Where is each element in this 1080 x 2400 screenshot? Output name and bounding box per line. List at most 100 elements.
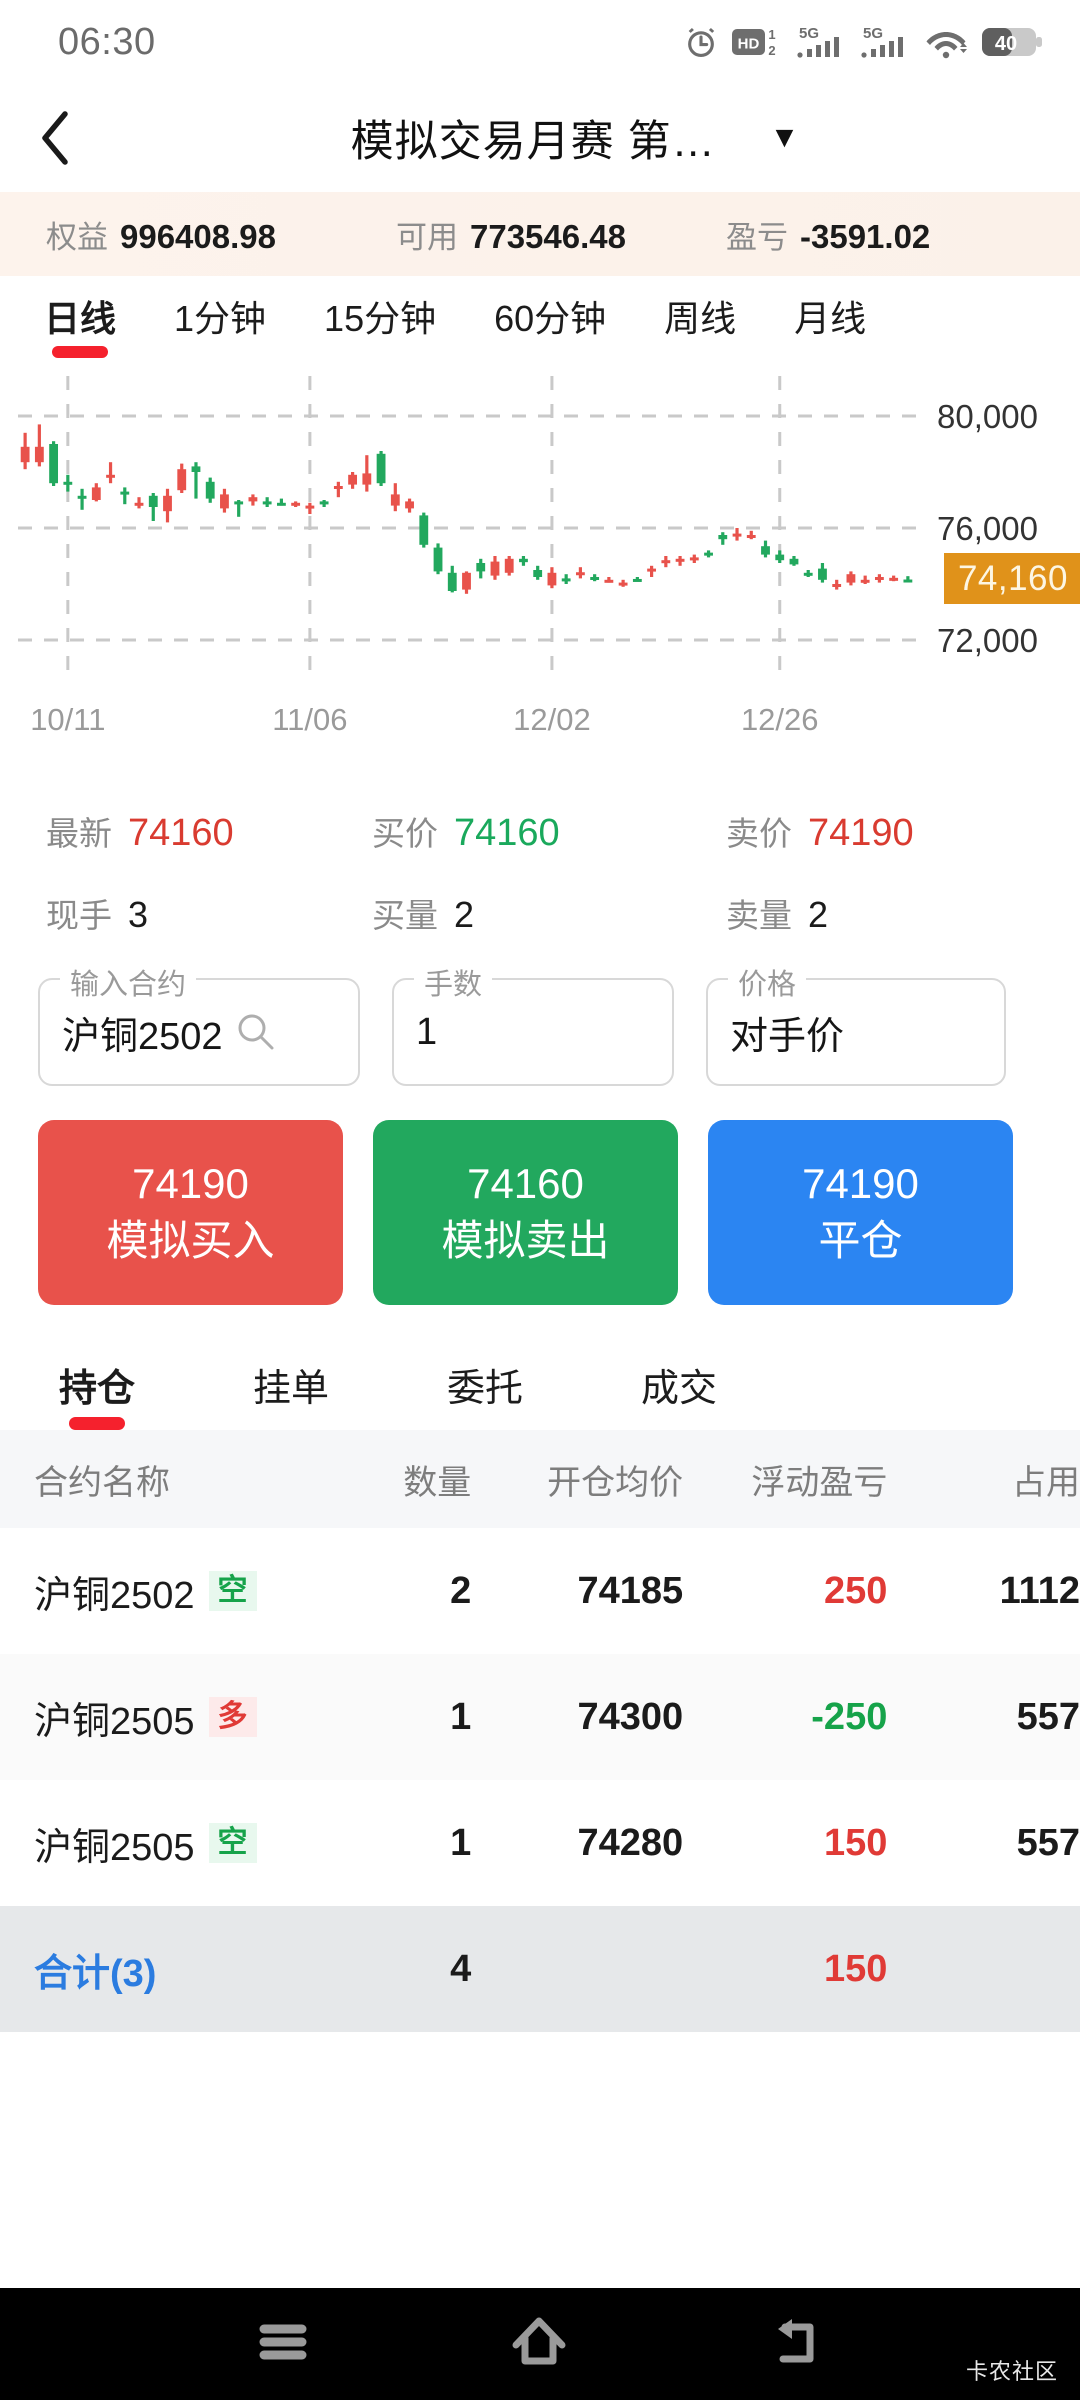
alarm-icon (684, 25, 718, 59)
close-button-label: 平仓 (818, 1216, 903, 1264)
lots-input[interactable]: 手数 1 (392, 961, 674, 1086)
svg-text:76,000: 76,000 (937, 510, 1038, 547)
cell-contract-name: 沪铜2505 空 (0, 1816, 340, 1871)
contract-input-value: 沪铜2502 (62, 1015, 223, 1058)
timeframe-tab-15min[interactable]: 15分钟 (324, 290, 436, 358)
svg-text:11/06: 11/06 (272, 702, 347, 737)
title-bar: 模拟交易月赛 第… ▼ (0, 84, 1080, 192)
menu-icon[interactable] (256, 2320, 310, 2369)
account-equity-value: 996408.98 (120, 217, 276, 255)
position-table: 合约名称 数量 开仓均价 浮动盈亏 占用 沪铜2502 空 2 74185 25… (0, 1430, 1080, 2032)
cell-floating-pnl: -250 (811, 1695, 888, 1738)
header-floating-pnl: 浮动盈亏 (751, 1463, 888, 1502)
sell-button[interactable]: 74160 模拟卖出 (373, 1120, 678, 1305)
quote-volume: 现手 3 (0, 889, 372, 937)
quote-last-label: 最新 (46, 815, 112, 852)
quote-row-volumes: 现手 3 买量 2 卖量 2 (0, 872, 1080, 954)
position-tabs[interactable]: 持仓 挂单 委托 成交 (0, 1305, 1080, 1430)
cell-floating-pnl: 250 (823, 1569, 888, 1612)
lots-input-value: 1 (416, 1010, 438, 1053)
buy-button-label: 模拟买入 (106, 1216, 275, 1264)
total-label-text: 合计(3) (34, 1952, 157, 1995)
title-center[interactable]: 模拟交易月赛 第… ▼ (110, 107, 1080, 169)
wifi-icon (924, 24, 968, 60)
status-clock: 06:30 (58, 20, 156, 63)
cell-total-pnl: 150 (823, 1947, 888, 1990)
account-available-label: 可用 (396, 219, 458, 255)
cell-total-label: 合计(3) (0, 1942, 340, 1997)
account-pnl-label: 盈亏 (726, 219, 788, 255)
chevron-down-icon[interactable]: ▼ (770, 123, 800, 153)
tab-positions[interactable]: 持仓 (0, 1357, 194, 1430)
quote-grid: 最新 74160 买价 74160 卖价 74190 现手 3 买量 2 卖量 … (0, 780, 1080, 960)
svg-text:5G: 5G (799, 25, 819, 42)
tab-entrust[interactable]: 委托 (388, 1357, 582, 1430)
quote-bid-label: 买价 (372, 815, 438, 852)
account-equity: 权益 996408.98 (46, 212, 396, 257)
tab-trades[interactable]: 成交 (582, 1357, 776, 1430)
account-summary-bar: 权益 996408.98 可用 773546.48 盈亏 -3591.02 (0, 192, 1080, 276)
contract-input[interactable]: 输入合约 沪铜2502 (38, 961, 360, 1086)
cell-floating-pnl: 150 (823, 1821, 888, 1864)
timeframe-tab-monthly[interactable]: 月线 (794, 290, 866, 358)
cell-contract-name: 沪铜2505 多 (0, 1690, 340, 1745)
candlestick-chart-svg[interactable]: 80,000 76,000 72,000 10/11 11/06 12/02 12/26 (0, 370, 1080, 780)
account-available-value: 773546.48 (470, 217, 626, 255)
timeframe-tab-60min[interactable]: 60分钟 (494, 290, 606, 358)
price-chart[interactable]: 80,000 76,000 72,000 10/11 11/06 12/02 12/26 7… (0, 370, 1080, 780)
table-row[interactable]: 沪铜2502 空 2 74185 250 1112 (0, 1528, 1080, 1654)
position-side-badge: 空 (208, 1571, 257, 1611)
tab-pending-orders[interactable]: 挂单 (194, 1357, 388, 1430)
svg-text:12/26: 12/26 (741, 702, 819, 737)
account-equity-label: 权益 (46, 219, 108, 255)
svg-text:2: 2 (768, 43, 775, 58)
contract-name-text: 沪铜2505 (34, 1700, 195, 1743)
timeframe-tab-weekly[interactable]: 周线 (664, 290, 736, 358)
contract-name-text: 沪铜2505 (34, 1826, 195, 1869)
quote-ask-volume: 卖量 2 (726, 889, 1080, 937)
back-icon[interactable] (768, 2317, 824, 2372)
quote-row-prices: 最新 74160 买价 74160 卖价 74190 (0, 790, 1080, 872)
position-side-badge: 多 (208, 1697, 257, 1737)
order-entry-form: 输入合约 沪铜2502 手数 1 价格 对手价 (0, 960, 1080, 1086)
battery-icon: 40 (982, 26, 1042, 58)
account-pnl: 盈亏 -3591.02 (726, 212, 930, 257)
order-action-buttons: 74190 模拟买入 74160 模拟卖出 74190 平仓 (0, 1086, 1080, 1305)
cell-contract-name: 沪铜2502 空 (0, 1564, 340, 1619)
system-navigation-bar: 卡农社区 (0, 2288, 1080, 2400)
home-icon[interactable] (510, 2317, 568, 2372)
search-icon[interactable] (235, 1011, 277, 1053)
timeframe-tabs[interactable]: 日线 1分钟 15分钟 60分钟 周线 月线 (0, 276, 1080, 370)
svg-text:72,000: 72,000 (937, 622, 1038, 659)
table-header-row: 合约名称 数量 开仓均价 浮动盈亏 占用 (0, 1430, 1080, 1528)
svg-text:10/11: 10/11 (30, 702, 105, 737)
back-button[interactable] (0, 84, 110, 192)
lots-input-legend: 手数 (414, 961, 493, 1003)
table-row[interactable]: 沪铜2505 多 1 74300 -250 557 (0, 1654, 1080, 1780)
table-row[interactable]: 沪铜2505 空 1 74280 150 557 (0, 1780, 1080, 1906)
cell-quantity: 2 (450, 1569, 472, 1612)
quote-ask-volume-label: 卖量 (726, 897, 792, 934)
svg-text:12/02: 12/02 (513, 702, 591, 737)
buy-button[interactable]: 74190 模拟买入 (38, 1120, 343, 1305)
quote-bid-volume-value: 2 (454, 894, 475, 935)
price-input[interactable]: 价格 对手价 (706, 961, 1006, 1086)
close-position-button[interactable]: 74190 平仓 (708, 1120, 1013, 1305)
quote-volume-value: 3 (128, 894, 149, 935)
quote-bid-value: 74160 (454, 812, 560, 854)
cell-avg-price: 74185 (577, 1569, 684, 1612)
cell-quantity: 1 (450, 1695, 472, 1738)
timeframe-tab-1min[interactable]: 1分钟 (174, 290, 266, 358)
cell-total-quantity: 4 (450, 1947, 472, 1990)
header-margin: 占用 (1011, 1463, 1080, 1502)
timeframe-tab-daily[interactable]: 日线 (44, 290, 116, 358)
cell-margin: 557 (1016, 1821, 1080, 1864)
chevron-left-icon (42, 111, 68, 165)
header-contract-name: 合约名称 (34, 1463, 170, 1502)
contract-input-legend: 输入合约 (60, 961, 197, 1003)
svg-text:HD: HD (738, 36, 760, 53)
header-quantity: 数量 (403, 1463, 472, 1502)
quote-last-value: 74160 (128, 812, 234, 854)
signal-5g-2-icon: 5G (860, 23, 910, 61)
position-side-badge: 空 (208, 1823, 257, 1863)
